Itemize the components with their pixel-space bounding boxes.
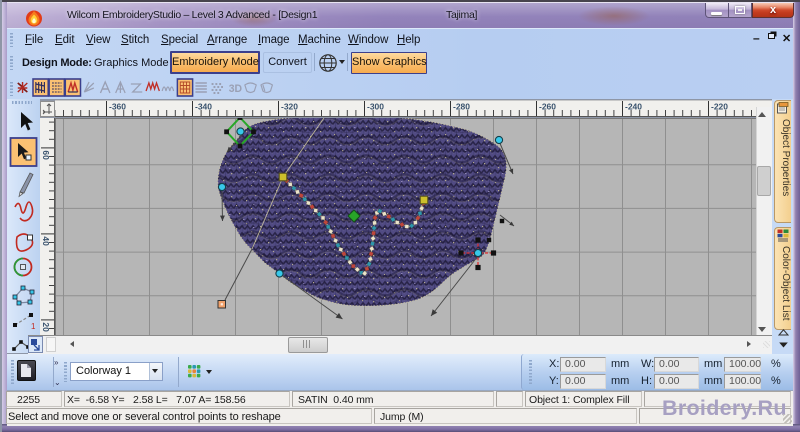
svg-text:1: 1 — [31, 322, 36, 331]
svg-text:20: 20 — [41, 322, 51, 332]
svg-text:40: 40 — [41, 236, 51, 246]
svg-text:3D: 3D — [229, 83, 243, 95]
svg-text:60: 60 — [41, 150, 51, 160]
